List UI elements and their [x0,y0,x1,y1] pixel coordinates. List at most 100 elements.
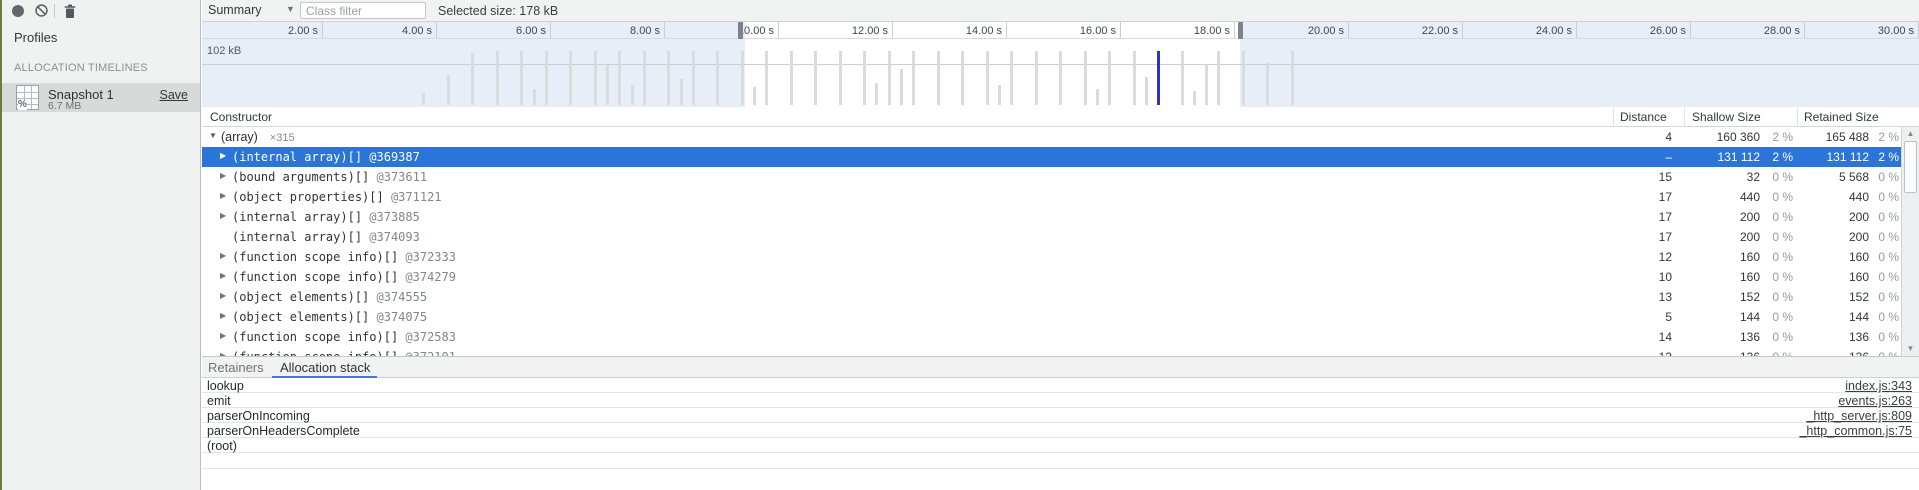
selection-grip-left[interactable] [738,22,743,39]
allocation-bar [937,51,940,105]
sidebar-item-snapshot-1[interactable]: % Snapshot 1 6.7 MB Save [2,83,200,112]
allocation-bar [1010,51,1013,105]
expand-icon[interactable]: ▶ [220,311,226,320]
grid-cell: 0 % [1869,230,1899,244]
allocation-bar [814,51,817,105]
column-shallow-size[interactable]: Shallow Size [1692,110,1761,124]
stack-frame-row[interactable]: lookup index.js:343 [202,378,1919,393]
memory-panel-main: Summary ▼ Selected size: 178 kB 2.00 s4.… [202,0,1919,490]
column-retained-size[interactable]: Retained Size [1804,110,1879,124]
tab-allocation-stack[interactable]: Allocation stack [280,360,370,375]
table-row[interactable]: ▶(function scope info)[] @372583141360 %… [202,327,1919,347]
allocation-bar [900,69,903,105]
perspective-select[interactable]: Summary [208,3,261,17]
grid-cell: 0 % [1869,330,1899,344]
expand-icon[interactable]: ▶ [220,271,226,280]
stack-frame-row[interactable]: parserOnHeadersComplete _http_common.js:7… [202,423,1919,438]
ruler-tick [436,22,437,38]
function-name: parserOnHeadersComplete [207,424,360,438]
allocation-bar [631,85,634,105]
scroll-down-icon[interactable]: ▼ [1902,344,1919,353]
table-row[interactable]: ▶(function scope info)[] @372101131360 %… [202,347,1919,356]
expand-icon[interactable]: ▶ [220,171,226,180]
grid-cell: 160 [1797,270,1869,284]
allocation-bar [790,51,793,105]
instance-count: ×315 [270,132,295,144]
grid-cell: 0 % [1869,190,1899,204]
allocation-bar [961,51,964,105]
table-row[interactable]: ▶(object elements)[] @374555131520 %1520… [202,287,1919,307]
allocation-bar [753,87,756,105]
scroll-up-icon[interactable]: ▲ [1902,129,1919,138]
grid-cell: 0 % [1760,210,1793,224]
source-link[interactable]: events.js:263 [1838,394,1912,408]
table-row[interactable]: (internal array)[] @374093172000 %2000 % [202,227,1919,247]
sidebar-title: Profiles [14,30,57,45]
ruler-tick-label: 2.00 s [258,25,318,37]
allocation-bars [202,38,1919,105]
selection-grip-right[interactable] [1238,22,1243,39]
object-id: @372583 [398,330,456,344]
expand-icon[interactable]: ▶ [220,251,226,260]
class-filter-input[interactable] [300,2,426,19]
table-row[interactable]: ▶(object elements)[] @37407551440 %1440 … [202,307,1919,327]
grid-cell: 131 112 [1684,150,1760,164]
grid-cell: 136 [1684,330,1760,344]
record-button[interactable] [12,5,24,17]
allocation-bar [912,51,915,105]
column-distance[interactable]: Distance [1620,110,1667,124]
table-row[interactable]: ▶(internal array)[] @369387–131 1122 %13… [202,147,1919,167]
table-row[interactable]: ▼(array)×3154160 3602 %165 4882 % [202,127,1919,147]
delete-icon[interactable] [63,4,77,24]
allocation-bar [986,51,989,105]
constructor-name: (internal array)[] @373885 [232,210,420,224]
expand-icon[interactable]: ▶ [220,191,226,200]
stack-frame-row[interactable]: parserOnIncoming_http_server.js:809 [202,408,1919,423]
ruler-tick-label: 6.00 s [486,25,546,37]
grid-cell: 12 [1613,250,1672,264]
table-row[interactable]: ▶(function scope info)[] @372333121600 %… [202,247,1919,267]
allocation-bar [1108,51,1111,105]
table-row[interactable]: ▶(internal array)[] @373885172000 %2000 … [202,207,1919,227]
constructor-name: (internal array)[] @369387 [232,150,420,164]
grid-cell: 17 [1613,210,1672,224]
table-row[interactable]: ▶(bound arguments)[] @37361115320 %5 568… [202,167,1919,187]
allocation-bar [1242,51,1245,105]
scrollbar-thumb[interactable] [1904,141,1917,193]
grid-cell: 440 [1684,190,1760,204]
allocation-bar [643,51,646,105]
allocation-bar [1145,77,1148,105]
grid-cell: 200 [1684,210,1760,224]
object-id: @374555 [369,290,427,304]
expand-icon[interactable]: ▶ [220,151,226,160]
source-link[interactable]: index.js:343 [1845,379,1912,393]
chevron-down-icon[interactable]: ▼ [286,4,295,14]
stack-frame-row[interactable]: emitevents.js:263 [202,393,1919,408]
save-link[interactable]: Save [160,88,189,102]
profiles-toolbar [2,0,200,22]
grid-cell: 5 [1613,310,1672,324]
ruler-tick-label: 16.00 s [1056,25,1116,37]
grid-scrollbar[interactable]: ▲ ▼ [1901,127,1919,356]
stack-frame-row[interactable]: (root) [202,438,1919,453]
object-id: @373611 [369,170,427,184]
grid-cell: 4 [1613,130,1672,144]
function-name: lookup [207,379,244,393]
tab-retainers[interactable]: Retainers [208,360,264,375]
column-constructor[interactable]: Constructor [210,110,272,124]
table-row[interactable]: ▶(object properties)[] @371121174400 %44… [202,187,1919,207]
source-link[interactable]: _http_server.js:809 [1806,409,1912,423]
ruler-tick-label: 18.00 s [1170,25,1230,37]
expand-icon[interactable]: ▶ [220,211,226,220]
grid-cell: 0 % [1869,270,1899,284]
grid-cell: 2 % [1869,150,1899,164]
source-link[interactable]: _http_common.js:75 [1799,424,1912,438]
grid-cell: 440 [1797,190,1869,204]
ruler-tick-label: 28.00 s [1740,25,1800,37]
expand-icon[interactable]: ▶ [220,291,226,300]
collapse-icon[interactable]: ▼ [209,131,217,140]
clear-icon[interactable] [34,3,49,23]
table-row[interactable]: ▶(function scope info)[] @374279101600 %… [202,267,1919,287]
expand-icon[interactable]: ▶ [220,331,226,340]
constructor-name: (array)×315 [221,130,295,144]
